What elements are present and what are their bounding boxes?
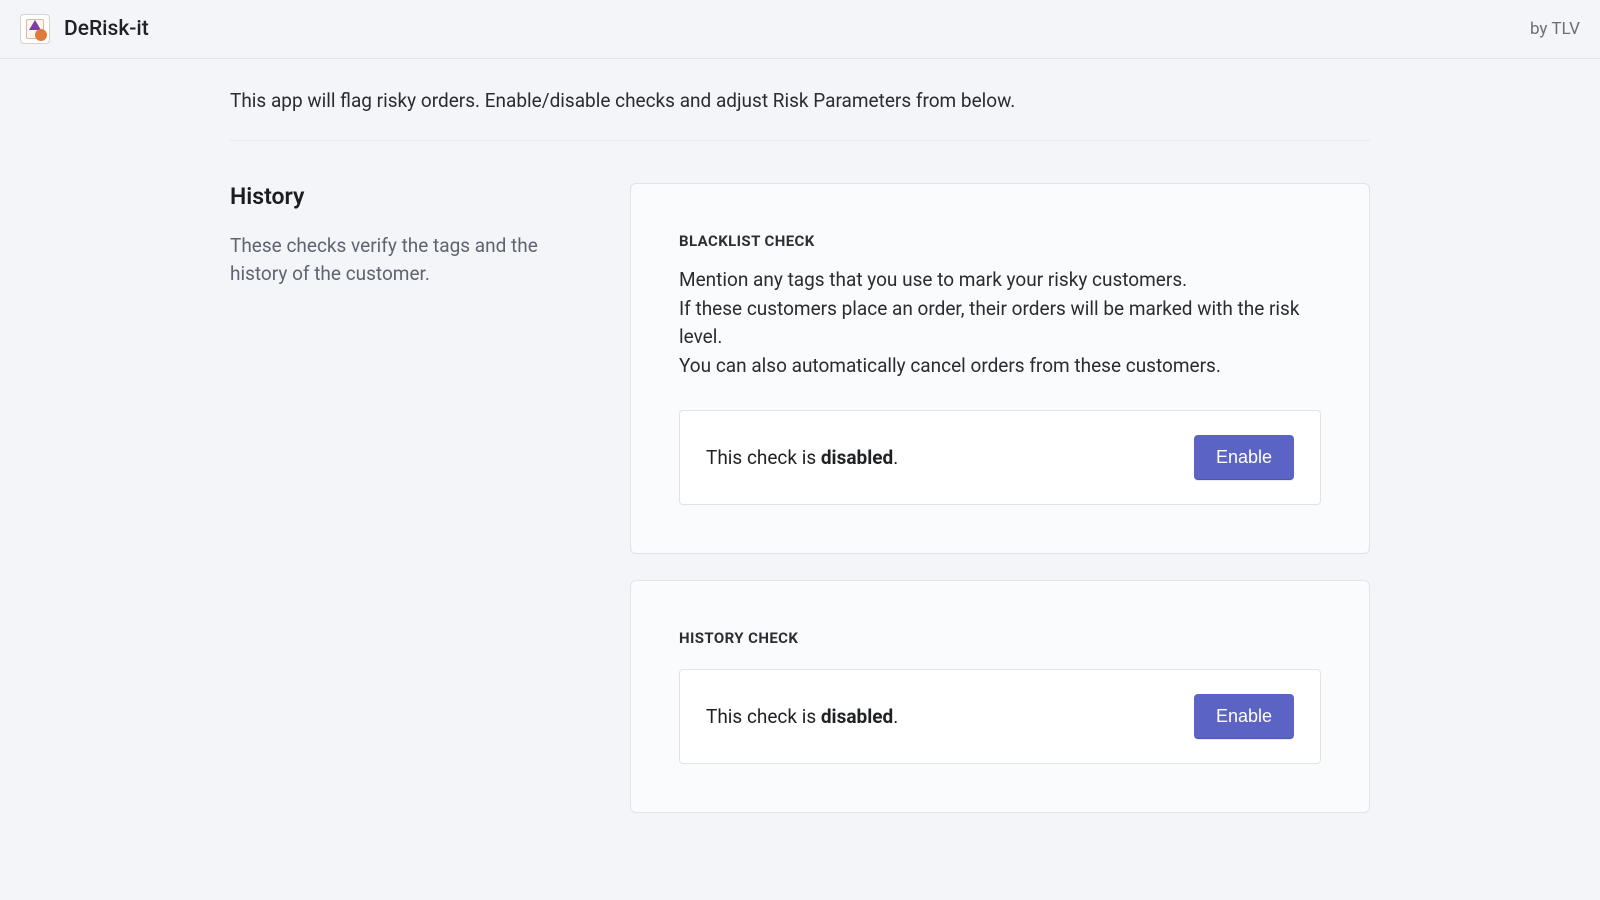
section-side: History These checks verify the tags and… — [230, 183, 590, 287]
history-status-text: This check is disabled. — [706, 705, 898, 728]
history-enable-button[interactable]: Enable — [1194, 694, 1294, 739]
intro-text: This app will flag risky orders. Enable/… — [230, 89, 1370, 141]
history-check-heading: HISTORY CHECK — [679, 629, 1321, 647]
blacklist-enable-button[interactable]: Enable — [1194, 435, 1294, 480]
status-suffix: . — [893, 446, 898, 469]
blacklist-desc-line1: Mention any tags that you use to mark yo… — [679, 268, 1187, 291]
history-status-box: This check is disabled. Enable — [679, 669, 1321, 764]
blacklist-status-text: This check is disabled. — [706, 446, 898, 469]
blacklist-desc-line3: You can also automatically cancel orders… — [679, 354, 1221, 377]
blacklist-check-card: BLACKLIST CHECK Mention any tags that yo… — [630, 183, 1370, 554]
app-header: DeRisk-it by TLV — [0, 0, 1600, 59]
blacklist-status-box: This check is disabled. Enable — [679, 410, 1321, 505]
section-title: History — [230, 183, 590, 210]
status-suffix: . — [893, 705, 898, 728]
blacklist-check-heading: BLACKLIST CHECK — [679, 232, 1321, 250]
section-description: These checks verify the tags and the his… — [230, 232, 590, 287]
main-content: This app will flag risky orders. Enable/… — [230, 59, 1370, 813]
blacklist-desc-line2: If these customers place an order, their… — [679, 297, 1299, 349]
blacklist-check-description: Mention any tags that you use to mark yo… — [679, 266, 1321, 380]
section-cards: BLACKLIST CHECK Mention any tags that yo… — [630, 183, 1370, 813]
status-state: disabled — [821, 446, 893, 469]
status-prefix: This check is — [706, 446, 821, 469]
app-title: DeRisk-it — [64, 17, 149, 41]
history-section: History These checks verify the tags and… — [230, 183, 1370, 813]
status-prefix: This check is — [706, 705, 821, 728]
app-icon — [20, 14, 50, 44]
history-check-card: HISTORY CHECK This check is disabled. En… — [630, 580, 1370, 813]
header-left: DeRisk-it — [20, 14, 149, 44]
status-state: disabled — [821, 705, 893, 728]
by-line: by TLV — [1530, 19, 1580, 39]
